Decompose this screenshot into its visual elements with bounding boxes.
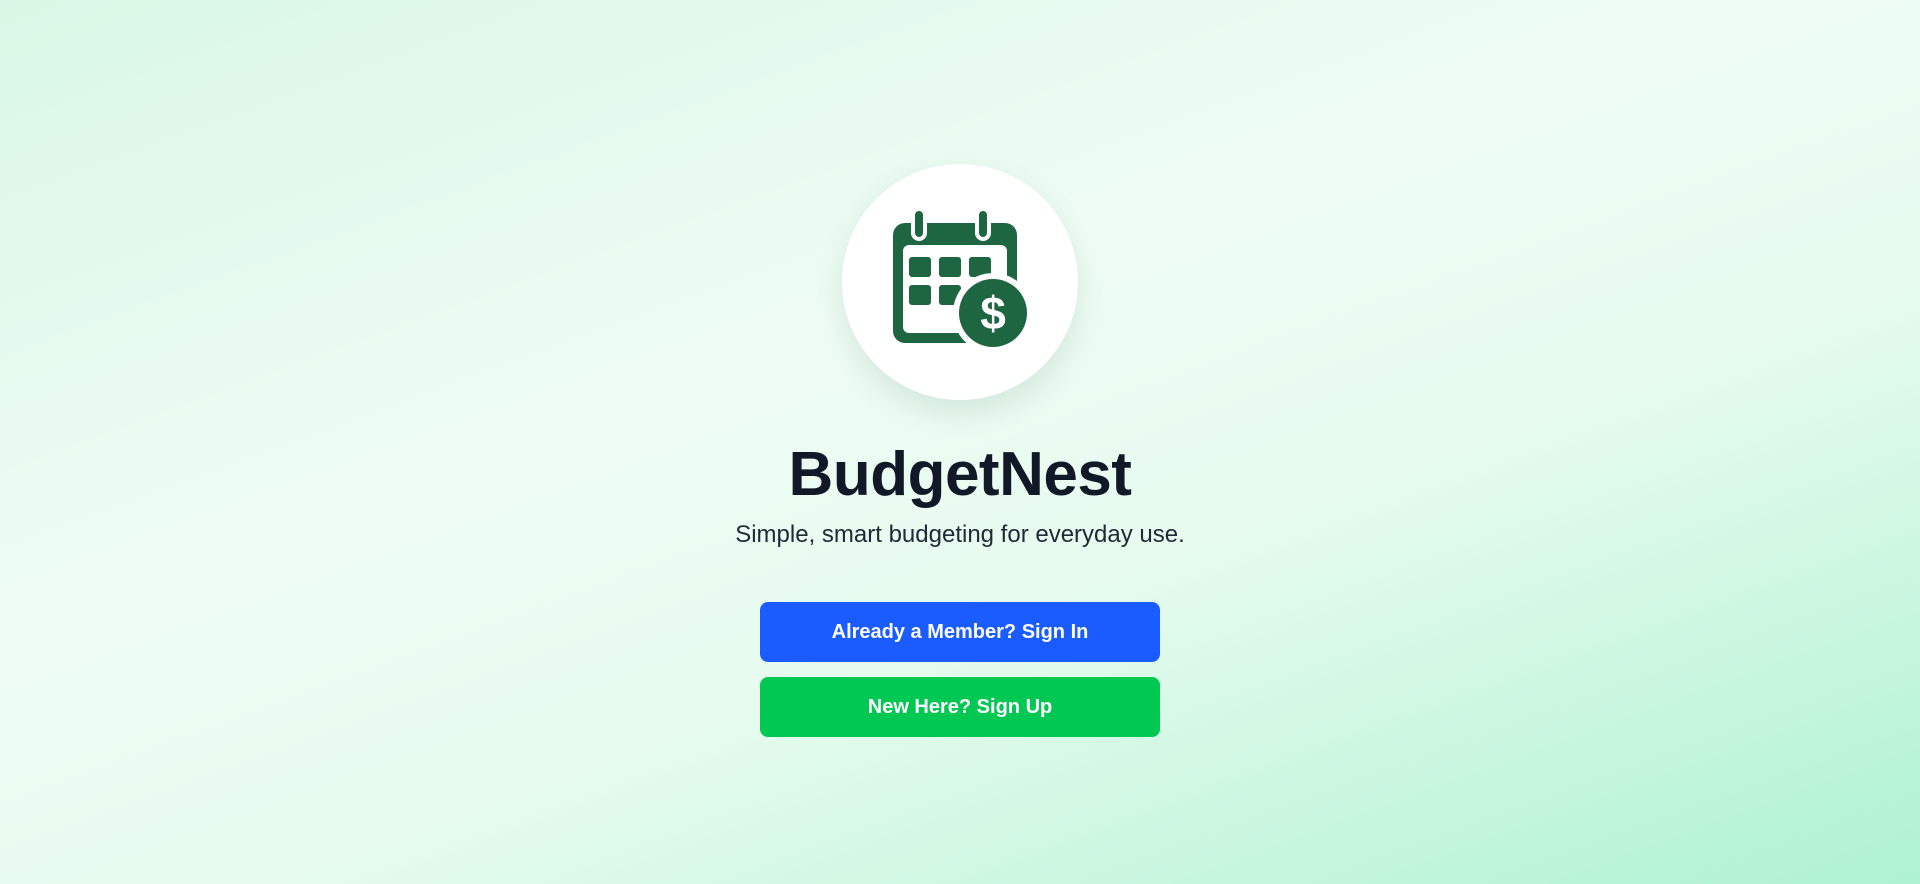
signin-button[interactable]: Already a Member? Sign In bbox=[760, 602, 1160, 662]
calendar-dollar-icon: $ bbox=[893, 209, 1033, 353]
signup-button[interactable]: New Here? Sign Up bbox=[760, 677, 1160, 737]
app-title: BudgetNest bbox=[788, 440, 1132, 509]
svg-text:$: $ bbox=[980, 287, 1006, 339]
auth-actions: Already a Member? Sign In New Here? Sign… bbox=[760, 602, 1160, 737]
app-tagline: Simple, smart budgeting for everyday use… bbox=[735, 521, 1185, 548]
logo-badge: $ bbox=[842, 164, 1078, 400]
landing-page: $ BudgetNest Simple, smart budgeting for… bbox=[0, 0, 1920, 884]
